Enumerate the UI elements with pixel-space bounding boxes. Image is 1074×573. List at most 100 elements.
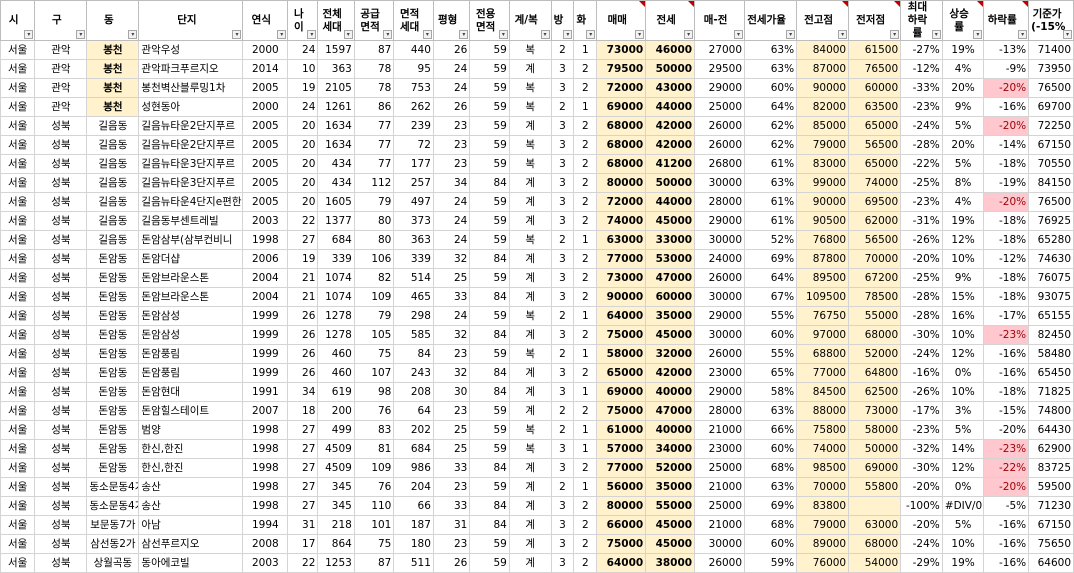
cell-12[interactable]: 3: [550, 515, 575, 535]
cell-19[interactable]: 54000: [848, 553, 902, 573]
column-header-17[interactable]: 전세가율 ▾: [744, 0, 798, 41]
cell-23[interactable]: 67150: [1028, 135, 1074, 155]
cell-21[interactable]: 0%: [941, 477, 985, 497]
cell-0[interactable]: 서울: [0, 496, 36, 516]
cell-19[interactable]: 65000: [848, 154, 902, 174]
cell-2[interactable]: 돈암동: [86, 287, 140, 307]
cell-5[interactable]: 24: [287, 40, 319, 60]
cell-19[interactable]: 73000: [848, 401, 902, 421]
cell-3[interactable]: 돈암풍림: [138, 363, 244, 383]
cell-0[interactable]: 서울: [0, 420, 36, 440]
cell-11[interactable]: 복: [508, 344, 552, 364]
cell-2[interactable]: 보문동7가: [86, 515, 140, 535]
filter-dropdown-icon[interactable]: ▾: [307, 30, 317, 39]
cell-3[interactable]: 송산: [138, 496, 244, 516]
cell-17[interactable]: 60%: [744, 78, 798, 98]
cell-23[interactable]: 76925: [1028, 211, 1074, 231]
cell-14[interactable]: 65000: [596, 363, 647, 383]
column-header-10[interactable]: 전용 면적 ▾: [469, 0, 510, 41]
cell-15[interactable]: 34000: [645, 439, 696, 459]
cell-21[interactable]: 9%: [941, 97, 985, 117]
cell-22[interactable]: -18%: [983, 211, 1030, 231]
column-header-16[interactable]: 매-전 ▾: [694, 0, 746, 41]
cell-13[interactable]: 2: [573, 135, 598, 155]
cell-14[interactable]: 73000: [596, 40, 647, 60]
filter-dropdown-icon[interactable]: ▾: [1018, 30, 1028, 39]
cell-12[interactable]: 3: [550, 534, 575, 554]
cell-13[interactable]: 1: [573, 230, 598, 250]
cell-22[interactable]: -23%: [983, 439, 1030, 459]
cell-17[interactable]: 62%: [744, 116, 798, 136]
cell-22[interactable]: -23%: [983, 325, 1030, 345]
cell-13[interactable]: 1: [573, 97, 598, 117]
cell-16[interactable]: 26800: [694, 154, 746, 174]
cell-10[interactable]: 84: [469, 173, 510, 193]
cell-12[interactable]: 3: [550, 135, 575, 155]
cell-7[interactable]: 83: [353, 420, 395, 440]
cell-1[interactable]: 성북: [34, 439, 88, 459]
cell-15[interactable]: 40000: [645, 420, 696, 440]
cell-1[interactable]: 성북: [34, 249, 88, 269]
cell-16[interactable]: 30000: [694, 230, 746, 250]
cell-10[interactable]: 59: [469, 268, 510, 288]
cell-14[interactable]: 61000: [596, 420, 647, 440]
cell-14[interactable]: 57000: [596, 439, 647, 459]
cell-16[interactable]: 30000: [694, 287, 746, 307]
cell-13[interactable]: 2: [573, 496, 598, 516]
filter-dropdown-icon[interactable]: ▾: [422, 30, 432, 39]
cell-0[interactable]: 서울: [0, 154, 36, 174]
cell-6[interactable]: 2105: [317, 78, 355, 98]
cell-4[interactable]: 1999: [242, 306, 289, 326]
cell-10[interactable]: 59: [469, 154, 510, 174]
cell-8[interactable]: 204: [393, 477, 434, 497]
cell-15[interactable]: 50000: [645, 59, 696, 79]
cell-20[interactable]: -30%: [900, 325, 943, 345]
cell-22[interactable]: -16%: [983, 534, 1030, 554]
cell-2[interactable]: 동소문동4가: [86, 477, 140, 497]
cell-1[interactable]: 관악: [34, 78, 88, 98]
cell-8[interactable]: 373: [393, 211, 434, 231]
cell-11[interactable]: 계: [508, 534, 552, 554]
cell-18[interactable]: 76800: [796, 230, 850, 250]
cell-15[interactable]: 43000: [645, 78, 696, 98]
cell-3[interactable]: 돈암힐스테이트: [138, 401, 244, 421]
cell-18[interactable]: 87000: [796, 59, 850, 79]
cell-8[interactable]: 298: [393, 306, 434, 326]
cell-8[interactable]: 514: [393, 268, 434, 288]
cell-9[interactable]: 32: [432, 325, 471, 345]
cell-6[interactable]: 1278: [317, 306, 355, 326]
cell-8[interactable]: 511: [393, 553, 434, 573]
cell-16[interactable]: 26000: [694, 135, 746, 155]
cell-3[interactable]: 돈암삼성: [138, 325, 244, 345]
cell-2[interactable]: 돈암동: [86, 344, 140, 364]
cell-6[interactable]: 460: [317, 363, 355, 383]
cell-16[interactable]: 25000: [694, 458, 746, 478]
cell-8[interactable]: 986: [393, 458, 434, 478]
cell-4[interactable]: 2003: [242, 553, 289, 573]
cell-0[interactable]: 서울: [0, 211, 36, 231]
cell-20[interactable]: -30%: [900, 458, 943, 478]
cell-16[interactable]: 26000: [694, 116, 746, 136]
cell-9[interactable]: 24: [432, 211, 471, 231]
filter-dropdown-icon[interactable]: ▾: [383, 30, 393, 39]
cell-22[interactable]: -20%: [983, 116, 1030, 136]
cell-5[interactable]: 18: [287, 401, 319, 421]
cell-14[interactable]: 77000: [596, 249, 647, 269]
cell-16[interactable]: 29500: [694, 59, 746, 79]
cell-20[interactable]: -31%: [900, 211, 943, 231]
cell-17[interactable]: 60%: [744, 325, 798, 345]
cell-19[interactable]: 67200: [848, 268, 902, 288]
cell-21[interactable]: 14%: [941, 439, 985, 459]
cell-12[interactable]: 3: [550, 78, 575, 98]
cell-3[interactable]: 길음뉴타운2단지푸르: [138, 116, 244, 136]
column-header-4[interactable]: 연식 ▾: [242, 0, 289, 41]
cell-2[interactable]: 삼선동2가: [86, 534, 140, 554]
cell-4[interactable]: 1998: [242, 420, 289, 440]
cell-5[interactable]: 10: [287, 59, 319, 79]
cell-16[interactable]: 28000: [694, 192, 746, 212]
cell-12[interactable]: 3: [550, 154, 575, 174]
cell-0[interactable]: 서울: [0, 173, 36, 193]
cell-1[interactable]: 성북: [34, 458, 88, 478]
cell-5[interactable]: 26: [287, 363, 319, 383]
cell-23[interactable]: 84150: [1028, 173, 1074, 193]
